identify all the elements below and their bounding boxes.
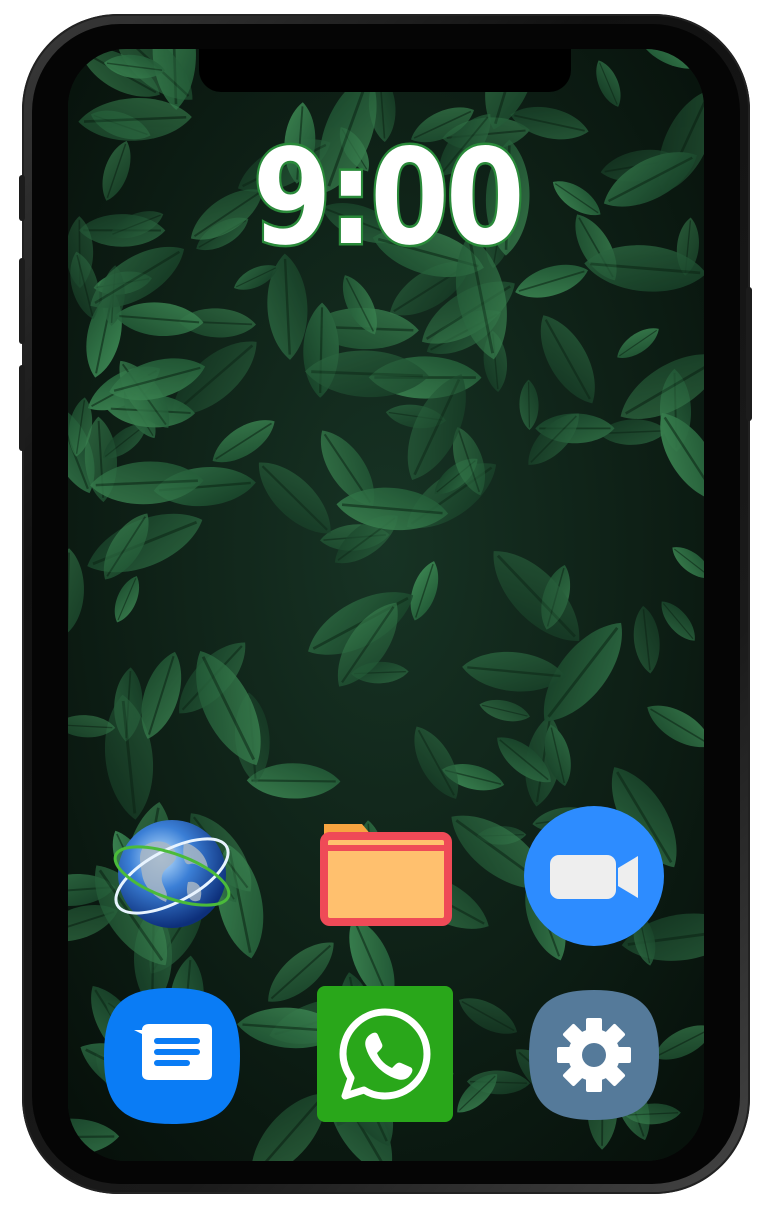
message-bubble-icon <box>104 988 240 1124</box>
folder-icon <box>320 824 452 926</box>
globe-icon <box>113 820 231 928</box>
whatsapp-app[interactable] <box>317 986 453 1122</box>
notch <box>199 49 571 92</box>
lockscreen-clock: 9:00 <box>251 121 527 275</box>
whatsapp-icon <box>317 986 453 1122</box>
power-button <box>746 287 752 421</box>
messages-app[interactable] <box>104 988 240 1124</box>
video-call-app[interactable] <box>524 806 664 946</box>
silent-switch <box>19 175 25 221</box>
settings-app[interactable] <box>529 990 659 1120</box>
volume-down-button <box>19 365 25 451</box>
files-app[interactable] <box>318 806 454 942</box>
volume-up-button <box>19 258 25 344</box>
browser-app[interactable] <box>104 806 240 942</box>
video-camera-icon <box>524 806 664 946</box>
gear-icon <box>529 990 659 1120</box>
